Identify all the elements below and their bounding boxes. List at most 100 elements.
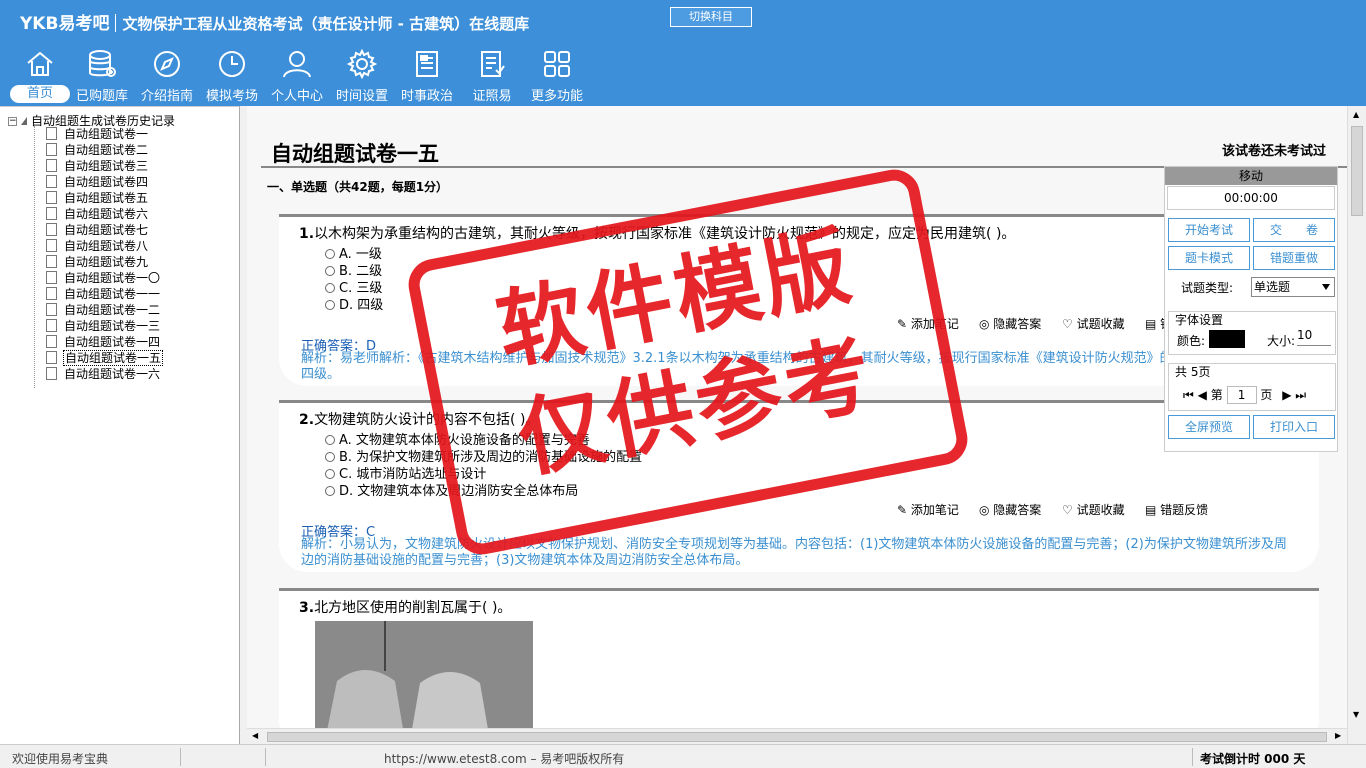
radio-icon[interactable] xyxy=(325,249,335,259)
font-settings: 字体设置 颜色: 大小: 10 xyxy=(1168,311,1336,355)
font-size-input[interactable]: 10 xyxy=(1297,328,1331,346)
scroll-thumb[interactable] xyxy=(267,732,1327,742)
app-header: YKB易考吧 文物保护工程从业资格考试（责任设计师 - 古建筑）在线题库 切换科目… xyxy=(0,0,1366,106)
nav-profile[interactable]: 个人中心 xyxy=(265,48,329,104)
pencil-icon: ✎ xyxy=(897,503,911,517)
brand-logo: YKB易考吧 xyxy=(20,14,110,34)
radio-icon[interactable] xyxy=(325,435,335,445)
fullscreen-preview-button[interactable]: 全屏预览 xyxy=(1168,415,1250,439)
tree-item-label: 自动组题试卷一〇 xyxy=(64,271,161,285)
feedback-button[interactable]: ▤ 错题反馈 xyxy=(1145,501,1208,518)
nav-guide[interactable]: 介绍指南 xyxy=(135,48,199,104)
tree-item[interactable]: 自动组题试卷六 xyxy=(46,206,149,222)
tree-item-label: 自动组题试卷一二 xyxy=(64,303,161,317)
question-card: 3.北方地区使用的削割瓦属于( )。 xyxy=(279,588,1319,728)
hide-answer-button[interactable]: ◎ 隐藏答案 xyxy=(979,315,1041,332)
switch-subject-button[interactable]: 切换科目 xyxy=(670,7,752,27)
option-d[interactable]: D. 四级 xyxy=(325,294,383,313)
tree-item[interactable]: 自动组题试卷一四 xyxy=(46,334,161,350)
add-note-button[interactable]: ✎ 添加笔记 xyxy=(897,501,959,518)
horizontal-scrollbar[interactable]: ◀ ▶ xyxy=(247,728,1347,744)
scroll-up-icon[interactable]: ▲ xyxy=(1353,110,1359,119)
nav-label: 首页 xyxy=(10,85,70,103)
document-icon xyxy=(46,351,57,364)
tree-item[interactable]: 自动组题试卷三 xyxy=(46,158,149,174)
document-icon xyxy=(46,287,57,300)
print-button[interactable]: 打印入口 xyxy=(1253,415,1335,439)
nav-mock-exam[interactable]: 模拟考场 xyxy=(200,48,264,104)
nav-label: 模拟考场 xyxy=(205,89,258,104)
nav-time-settings[interactable]: 时间设置 xyxy=(330,48,394,104)
pagination: 共 5页 ⏮ ◀ 第 1 页 ▶ ⏭ xyxy=(1168,363,1336,411)
radio-icon[interactable] xyxy=(325,469,335,479)
vertical-scrollbar[interactable]: ▲ ▼ xyxy=(1347,106,1366,744)
tree-item[interactable]: 自动组题试卷八 xyxy=(46,238,149,254)
tree-item[interactable]: 自动组题试卷二 xyxy=(46,142,149,158)
tree-item-label: 自动组题试卷一一 xyxy=(64,287,161,301)
user-icon xyxy=(283,51,311,78)
status-bar: 欢迎使用易考宝典 https://www.etest8.com – 易考吧版权所… xyxy=(0,744,1366,768)
prev-page-icon[interactable]: ◀ xyxy=(1198,388,1207,402)
tree-item-label: 自动组题试卷九 xyxy=(64,255,149,269)
nav-purchased[interactable]: 已购题库 xyxy=(70,48,134,104)
scroll-down-icon[interactable]: ▼ xyxy=(1353,710,1359,719)
card-mode-button[interactable]: 题卡模式 xyxy=(1168,246,1250,270)
drag-handle[interactable]: 移动 xyxy=(1165,167,1337,185)
nav-label: 时事政治 xyxy=(400,89,453,104)
next-page-icon[interactable]: ▶ xyxy=(1282,388,1291,402)
document-icon xyxy=(46,175,57,188)
tree-item[interactable]: 自动组题试卷四 xyxy=(46,174,149,190)
tree-item[interactable]: 自动组题试卷一五 xyxy=(46,350,164,366)
eye-off-icon: ◎ xyxy=(979,317,994,331)
first-page-icon[interactable]: ⏮ xyxy=(1183,388,1194,402)
nav-label: 已购题库 xyxy=(75,89,128,104)
redo-wrong-button[interactable]: 错题重做 xyxy=(1253,246,1335,270)
question-text: 3.北方地区使用的削割瓦属于( )。 xyxy=(299,600,512,616)
home-icon xyxy=(27,51,53,76)
favorite-button[interactable]: ♡ 试题收藏 xyxy=(1062,501,1125,518)
tree-item[interactable]: 自动组题试卷一二 xyxy=(46,302,161,318)
size-label: 大小: xyxy=(1267,334,1296,348)
tree-item-label: 自动组题试卷四 xyxy=(64,175,149,189)
page-input[interactable]: 1 xyxy=(1226,386,1257,404)
submit-button[interactable]: 交 卷 xyxy=(1253,218,1335,242)
tree-item[interactable]: 自动组题试卷一一 xyxy=(46,286,161,302)
exam-status: 该试卷还未考试过 xyxy=(1222,144,1327,159)
hide-answer-button[interactable]: ◎ 隐藏答案 xyxy=(979,501,1041,518)
tree-item[interactable]: 自动组题试卷七 xyxy=(46,222,149,238)
title-bar: 自动组题试卷一五 xyxy=(261,134,1347,168)
nav-current-affairs[interactable]: 时事政治 xyxy=(395,48,459,104)
start-exam-button[interactable]: 开始考试 xyxy=(1168,218,1250,242)
exam-countdown: 考试倒计时 000 天 xyxy=(1200,752,1306,766)
radio-icon[interactable] xyxy=(325,266,335,276)
book-icon: ▤ xyxy=(1145,503,1161,517)
nav-label: 个人中心 xyxy=(270,89,323,104)
question-type-select[interactable]: 单选题 xyxy=(1251,277,1335,297)
radio-icon[interactable] xyxy=(325,452,335,462)
nav-label: 证照易 xyxy=(472,89,512,104)
answer-analysis: 解析：小易认为，文物建筑防火设计应以文物保护规划、消防安全专项规划等为基础。内容… xyxy=(301,537,1287,568)
tree-item[interactable]: 自动组题试卷一 xyxy=(46,126,149,142)
tree-item[interactable]: 自动组题试卷一六 xyxy=(46,366,161,382)
nav-label: 时间设置 xyxy=(335,89,388,104)
radio-icon[interactable] xyxy=(325,300,335,310)
radio-icon[interactable] xyxy=(325,283,335,293)
scroll-thumb[interactable] xyxy=(1351,126,1363,216)
scroll-left-icon[interactable]: ◀ xyxy=(252,731,258,740)
favorite-button[interactable]: ♡ 试题收藏 xyxy=(1062,315,1125,332)
section-title: 一、单选题（共42题，每题1分） xyxy=(267,180,449,194)
font-color-swatch[interactable] xyxy=(1209,330,1245,348)
tree-item[interactable]: 自动组题试卷五 xyxy=(46,190,149,206)
tree-item[interactable]: 自动组题试卷一三 xyxy=(46,318,161,334)
tree-item[interactable]: 自动组题试卷一〇 xyxy=(46,270,161,286)
nav-home[interactable]: 首页 xyxy=(8,48,72,104)
collapse-icon[interactable]: − xyxy=(8,117,17,126)
last-page-icon[interactable]: ⏭ xyxy=(1295,388,1306,402)
scroll-right-icon[interactable]: ▶ xyxy=(1335,731,1341,740)
tree-item[interactable]: 自动组题试卷九 xyxy=(46,254,149,270)
gear-icon xyxy=(346,48,378,80)
heart-icon: ♡ xyxy=(1062,317,1077,331)
nav-certificate[interactable]: 证照易 xyxy=(460,48,524,104)
radio-icon[interactable] xyxy=(325,486,335,496)
nav-more[interactable]: 更多功能 xyxy=(525,48,589,104)
